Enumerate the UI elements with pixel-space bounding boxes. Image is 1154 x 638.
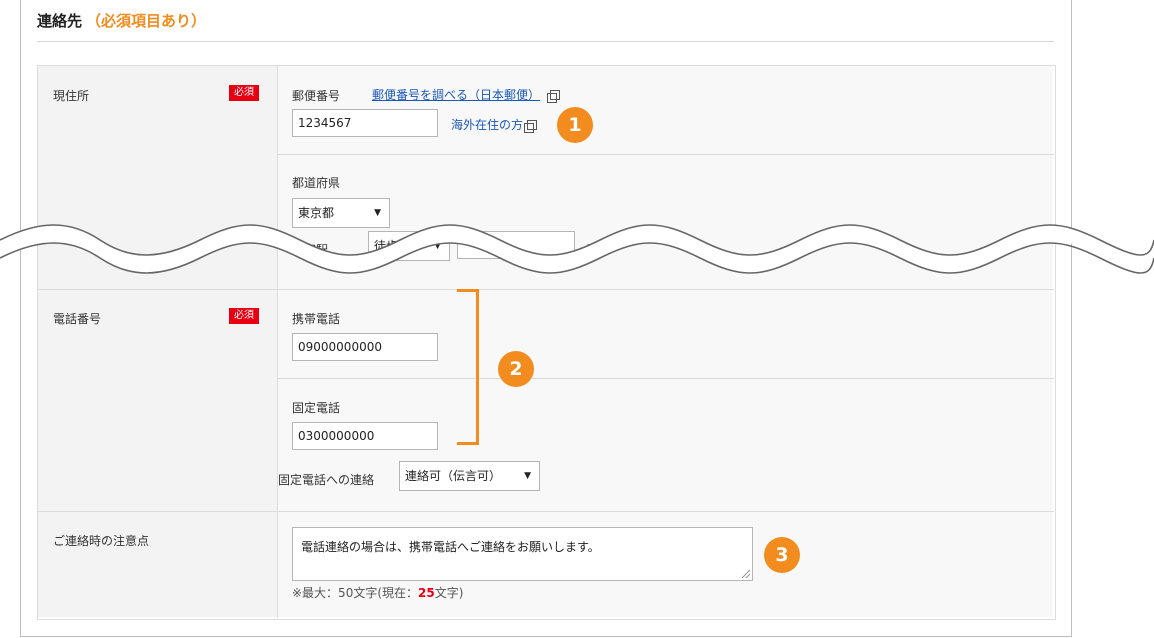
postal-lookup-link[interactable]: 郵便番号を調べる（日本郵便） bbox=[372, 86, 561, 103]
row-divider bbox=[38, 511, 1054, 512]
annotation-marker-1: 1 bbox=[557, 107, 593, 143]
dropdown-arrow-icon: ▼ bbox=[524, 471, 531, 481]
landline-contact-value: 連絡可（伝言可） bbox=[405, 469, 502, 483]
annotation-marker-2: 2 bbox=[498, 351, 534, 387]
notes-label-cell bbox=[38, 512, 277, 617]
required-badge: 必須 bbox=[229, 85, 259, 101]
postal-code-input[interactable]: 1234567 bbox=[292, 109, 438, 137]
row-divider bbox=[38, 289, 1054, 290]
annotation-marker-3: 3 bbox=[764, 537, 800, 573]
mobile-phone-input[interactable]: 09000000000 bbox=[292, 333, 438, 361]
required-badge: 必須 bbox=[229, 308, 259, 324]
postal-code-label: 郵便番号 bbox=[292, 89, 341, 103]
notes-textarea-text: 電話連絡の場合は、携帯電話へご連絡をお願いします。 bbox=[301, 540, 600, 554]
counter-suffix: 文字) bbox=[434, 586, 464, 600]
subrow-divider bbox=[277, 154, 1054, 155]
landline-contact-label: 固定電話への連絡 bbox=[278, 473, 375, 487]
phone-label: 電話番号 bbox=[53, 312, 102, 326]
external-link-icon bbox=[547, 90, 561, 103]
landline-input[interactable]: 0300000000 bbox=[292, 422, 438, 450]
external-link-icon bbox=[524, 120, 538, 133]
notes-label: ご連絡時の注意点 bbox=[53, 534, 150, 548]
section-title: 連絡先 （必須項目あり） bbox=[37, 10, 206, 31]
resize-grip-icon[interactable] bbox=[742, 570, 750, 578]
column-divider bbox=[277, 66, 278, 618]
required-note: （必須項目あり） bbox=[86, 12, 207, 30]
annotation-bracket bbox=[457, 289, 479, 445]
character-counter: ※最大：50文字(現在：25文字) bbox=[292, 584, 463, 601]
subrow-divider bbox=[277, 378, 1054, 379]
break-wave bbox=[0, 224, 1154, 274]
mobile-phone-label: 携帯電話 bbox=[292, 312, 341, 326]
landline-contact-select[interactable]: 連絡可（伝言可） ▼ bbox=[399, 461, 540, 491]
phone-field-cell bbox=[277, 290, 1053, 511]
section-title-text: 連絡先 bbox=[37, 12, 83, 30]
counter-prefix: ※最大：50文字(現在： bbox=[292, 586, 419, 600]
notes-textarea[interactable]: 電話連絡の場合は、携帯電話へご連絡をお願いします。 bbox=[292, 527, 753, 581]
title-divider bbox=[37, 41, 1054, 42]
overseas-link[interactable]: 海外在住の方 bbox=[451, 116, 538, 133]
counter-value: 25 bbox=[418, 586, 435, 600]
address-label: 現住所 bbox=[53, 89, 90, 103]
prefecture-label: 都道府県 bbox=[292, 176, 341, 190]
landline-label: 固定電話 bbox=[292, 401, 341, 415]
overseas-link-text[interactable]: 海外在住の方 bbox=[451, 118, 523, 132]
postal-lookup-link-text[interactable]: 郵便番号を調べる（日本郵便） bbox=[372, 88, 540, 102]
